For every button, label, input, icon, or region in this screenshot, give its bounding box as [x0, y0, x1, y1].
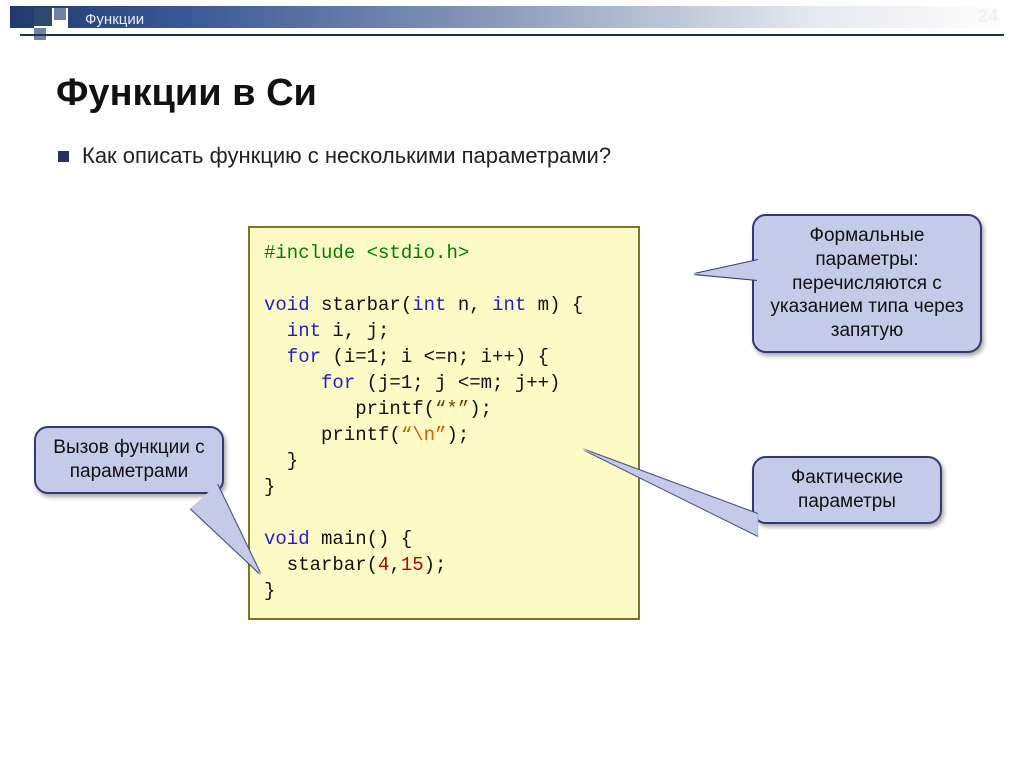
topbar-gradient — [10, 6, 1014, 28]
code-token: “\n” — [401, 424, 447, 446]
bullet-list: Как описать функцию с несколькими параме… — [56, 143, 968, 169]
code-token: (i=1; i <=n; i++) { — [332, 346, 549, 368]
code-token: printf( — [264, 398, 435, 420]
code-token: 4 — [378, 554, 389, 576]
content: Функции в Си Как описать функцию с неско… — [0, 36, 1024, 169]
callout-text: Вызов функции с параметрами — [53, 437, 204, 482]
code-token: “*” — [435, 398, 469, 420]
code-token: } — [264, 580, 275, 602]
code-token: #include — [264, 242, 367, 264]
code-token: n, — [458, 294, 492, 316]
callout-formal-params: Формальные параметры: перечисляются с ук… — [752, 214, 982, 353]
callout-call-with-params: Вызов функции с параметрами — [34, 426, 224, 494]
code-token: void — [264, 294, 321, 316]
page-number: 24 — [978, 6, 998, 27]
code-token: printf( — [264, 424, 401, 446]
code-token: int — [492, 294, 538, 316]
bullet-item: Как описать функцию с несколькими параме… — [56, 143, 968, 169]
code-token: starbar( — [321, 294, 412, 316]
code-token: 15 — [401, 554, 424, 576]
code-token: i, j; — [332, 320, 389, 342]
code-token: for — [264, 346, 332, 368]
code-token: for — [264, 372, 367, 394]
code-token: (j=1; j <=m; j++) — [367, 372, 561, 394]
code-token: starbar( — [264, 554, 378, 576]
callout-text: Фактические параметры — [791, 467, 903, 512]
code-token: main() { — [321, 528, 412, 550]
breadcrumb: Функции — [85, 11, 144, 28]
topbar: Функции 24 — [10, 6, 1014, 36]
code-token: m) { — [538, 294, 584, 316]
slide: Функции 24 Функции в Си Как описать функ… — [0, 6, 1024, 768]
code-box: #include <stdio.h> void starbar(int n, i… — [248, 226, 640, 620]
code-token: } — [264, 476, 275, 498]
callout-text: Формальные параметры: перечисляются с ук… — [770, 225, 963, 341]
callout-tail-icon — [694, 260, 758, 280]
callout-actual-params: Фактические параметры — [752, 456, 942, 524]
code-token: int — [412, 294, 458, 316]
page-title: Функции в Си — [56, 72, 968, 115]
code-token: , — [389, 554, 400, 576]
code-token: ); — [446, 424, 469, 446]
code-token: } — [264, 450, 298, 472]
code-token: ); — [424, 554, 447, 576]
code-token: <stdio.h> — [367, 242, 470, 264]
code-token: int — [264, 320, 332, 342]
code-token: ); — [469, 398, 492, 420]
